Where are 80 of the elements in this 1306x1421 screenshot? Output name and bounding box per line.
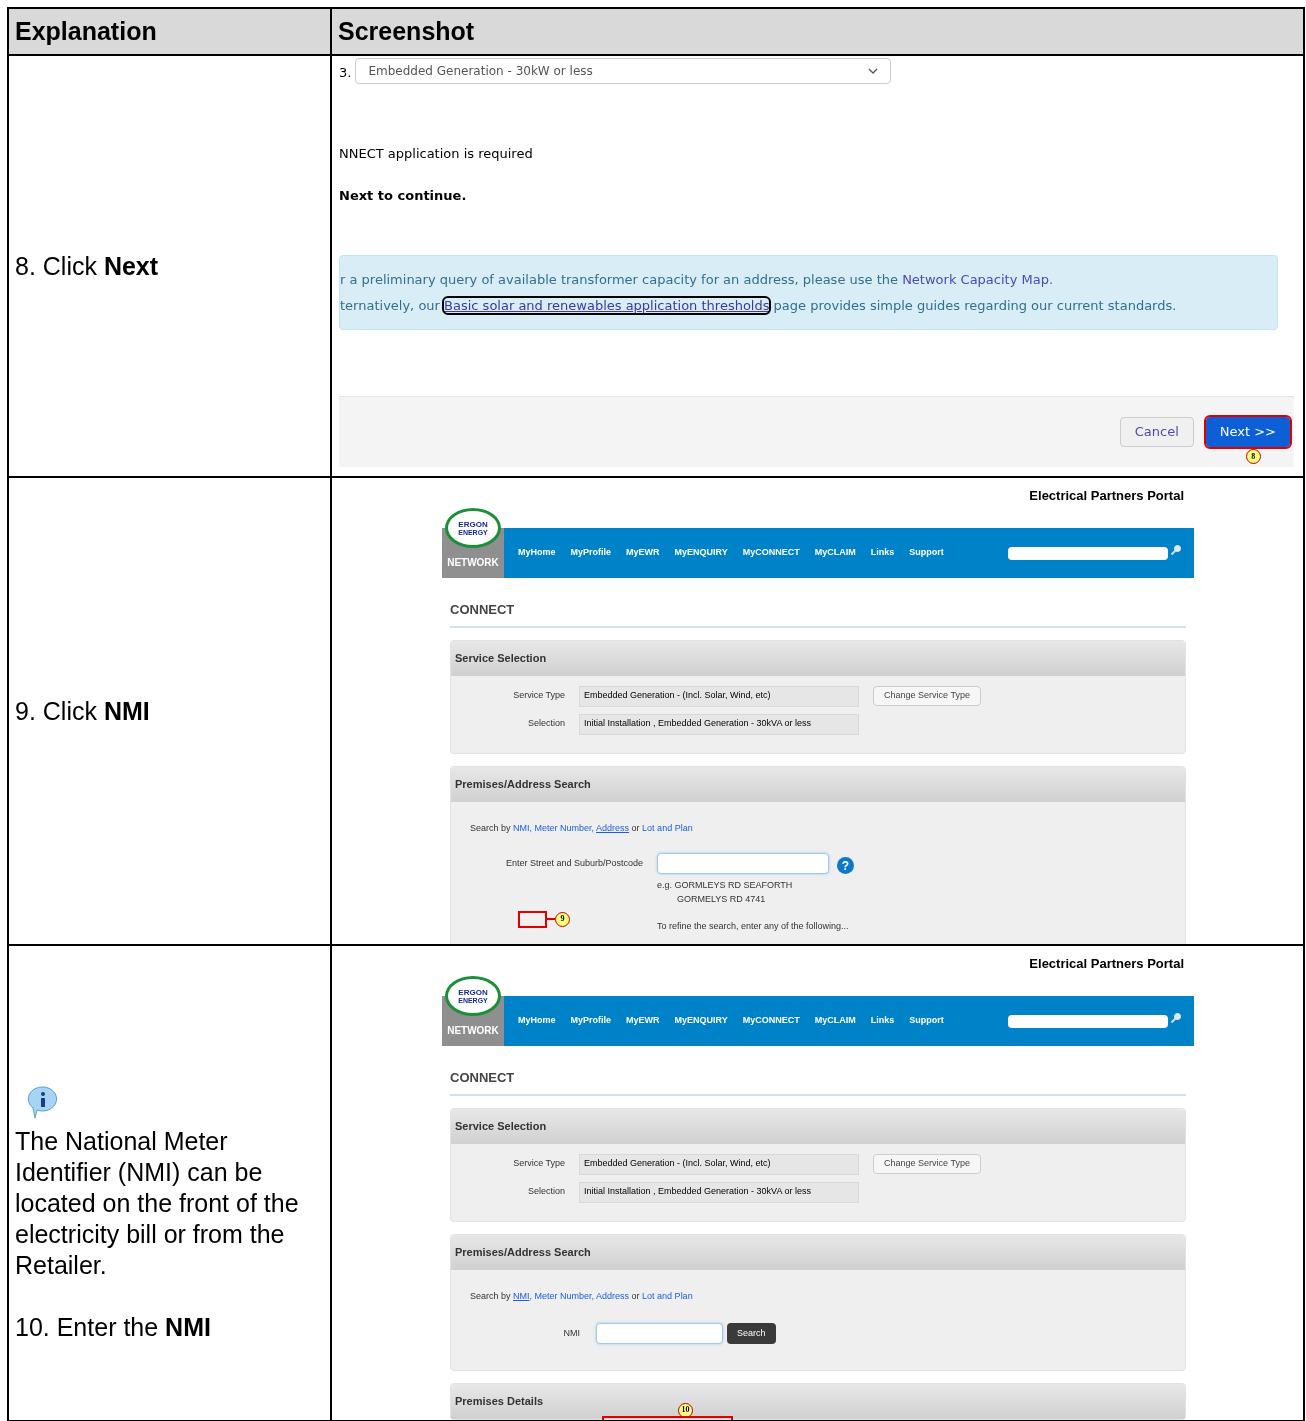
panel-header: Service Selection bbox=[451, 640, 1185, 676]
panel-header: Premises/Address Search bbox=[451, 1234, 1185, 1270]
search-link[interactable]: NMI bbox=[513, 1290, 530, 1301]
nav-link[interactable]: MyProfile bbox=[570, 546, 612, 560]
nav-link[interactable]: MyCONNECT bbox=[742, 546, 800, 560]
section-heading: CONNECT bbox=[450, 1068, 1186, 1096]
search-icon[interactable] bbox=[1170, 1012, 1182, 1024]
field-label: Service Type bbox=[512, 1157, 565, 1171]
hint-text: e.g. GORMLEYS RD SEAFORTH bbox=[657, 879, 794, 892]
select-field[interactable]: Embedded Generation - 30kW or less bbox=[355, 58, 892, 84]
search-link[interactable]: Address bbox=[596, 822, 630, 833]
notice-link[interactable]: Basic solar and renewables application thresholds bbox=[444, 297, 770, 313]
nav-link[interactable]: MyCONNECT bbox=[742, 1014, 800, 1028]
search-by-text: Search by NMI, Meter Number, Address or Lot and Plan bbox=[470, 821, 694, 835]
nav-link[interactable]: Links bbox=[870, 546, 895, 560]
nav-link[interactable]: MyCLAIM bbox=[814, 1014, 856, 1028]
column-header: Screenshot bbox=[337, 15, 476, 47]
step-number: 3. bbox=[339, 64, 352, 83]
step-text: 10. Enter the NMI bbox=[15, 1311, 212, 1343]
instruction-text: NNECT application is required bbox=[339, 145, 534, 163]
search-by-text: Search by NMI, Meter Number, Address or Lot and Plan bbox=[470, 1289, 694, 1303]
panel-header: Service Selection bbox=[451, 1108, 1185, 1144]
nav-link[interactable]: MyENQUIRY bbox=[674, 1014, 728, 1028]
notice-text: r a preliminary query of available transformer capacity for an address, please use the Network Capacity Map. bbox=[340, 271, 1055, 289]
field-value: Embedded Generation - (Incl. Solar, Wind, etc) bbox=[579, 685, 859, 707]
search-link[interactable]: NMI bbox=[513, 822, 530, 833]
search-field[interactable] bbox=[1008, 546, 1168, 560]
nmi-input[interactable] bbox=[596, 1323, 723, 1344]
portal-title: Electrical Partners Portal bbox=[1029, 955, 1184, 974]
help-icon[interactable]: ? bbox=[837, 857, 854, 874]
nav-link[interactable]: Support bbox=[909, 1014, 944, 1028]
field-value: Embedded Generation - (Incl. Solar, Wind, etc) bbox=[579, 1153, 859, 1175]
nav-link[interactable]: Support bbox=[909, 546, 944, 560]
step-text: 9. Click NMI bbox=[15, 695, 151, 727]
nav-link[interactable]: MyHome bbox=[518, 1014, 556, 1028]
field-value: Initial Installation , Embedded Generation - 30kVA or less bbox=[579, 713, 859, 735]
search-link[interactable]: , Meter Number, Address bbox=[529, 1290, 630, 1301]
instruction-text: Next to continue. bbox=[339, 186, 468, 205]
panel-header: Premises/Address Search bbox=[451, 766, 1185, 802]
nav-link[interactable]: Links bbox=[870, 1014, 895, 1028]
callout-badge: 9 bbox=[555, 911, 570, 927]
search-field[interactable] bbox=[1008, 1014, 1168, 1028]
field-value: Initial Installation , Embedded Generation - 30kVA or less bbox=[579, 1181, 859, 1203]
address-input[interactable] bbox=[657, 853, 829, 874]
logo-label: NETWORK bbox=[447, 1024, 499, 1038]
nav-link[interactable]: MyENQUIRY bbox=[674, 546, 728, 560]
search-link[interactable]: , Meter Number, bbox=[529, 822, 597, 833]
logo-text: ERGON bbox=[458, 988, 488, 997]
search-button[interactable]: Search bbox=[727, 1323, 776, 1344]
change-service-type-button[interactable]: Change Service Type bbox=[873, 686, 981, 706]
cancel-button[interactable]: Cancel bbox=[1119, 417, 1194, 447]
search-link[interactable]: Lot and Plan bbox=[642, 822, 693, 833]
next-button[interactable]: Next >> bbox=[1205, 417, 1290, 447]
refine-text: To refine the search, enter any of the following... bbox=[657, 920, 849, 933]
field-label: Service Type bbox=[512, 689, 565, 703]
notice-link[interactable]: Network Capacity Map bbox=[902, 272, 1049, 287]
logo-text: ERGON bbox=[458, 520, 488, 529]
notice-text: ternatively, our Basic solar and renewables application thresholds page provides simple guides regarding our current standards. bbox=[340, 296, 1178, 315]
nav-link[interactable]: MyCLAIM bbox=[814, 546, 856, 560]
change-service-type-button[interactable]: Change Service Type bbox=[873, 1154, 981, 1174]
search-link[interactable]: Lot and Plan bbox=[642, 1290, 693, 1301]
field-label: Selection bbox=[526, 717, 565, 731]
nav-link[interactable]: MyProfile bbox=[570, 1014, 612, 1028]
highlight-box bbox=[518, 910, 547, 928]
nav-link[interactable]: MyEWR bbox=[626, 546, 660, 560]
section-heading: CONNECT bbox=[450, 600, 1186, 628]
step-text: 8. Click Next bbox=[15, 250, 160, 282]
field-label: NMI bbox=[562, 1326, 580, 1340]
logo-label: NETWORK bbox=[447, 556, 499, 570]
column-header: Explanation bbox=[9, 9, 332, 54]
callout-badge: 8 bbox=[1245, 449, 1261, 464]
field-label: Selection bbox=[526, 1185, 565, 1199]
hint-text: GORMELYS RD 4741 bbox=[676, 892, 767, 906]
nav-link[interactable]: MyHome bbox=[518, 546, 556, 560]
chevron-down-icon bbox=[868, 68, 879, 74]
portal-title: Electrical Partners Portal bbox=[1029, 487, 1184, 506]
search-icon[interactable] bbox=[1170, 544, 1182, 556]
note-text: The National Meter Identifier (NMI) can be located on the front of the electricity bill or from the Retailer. bbox=[15, 1125, 300, 1281]
field-label: Enter Street and Suburb/Postcode bbox=[504, 856, 643, 870]
nav-link[interactable]: MyEWR bbox=[626, 1014, 660, 1028]
